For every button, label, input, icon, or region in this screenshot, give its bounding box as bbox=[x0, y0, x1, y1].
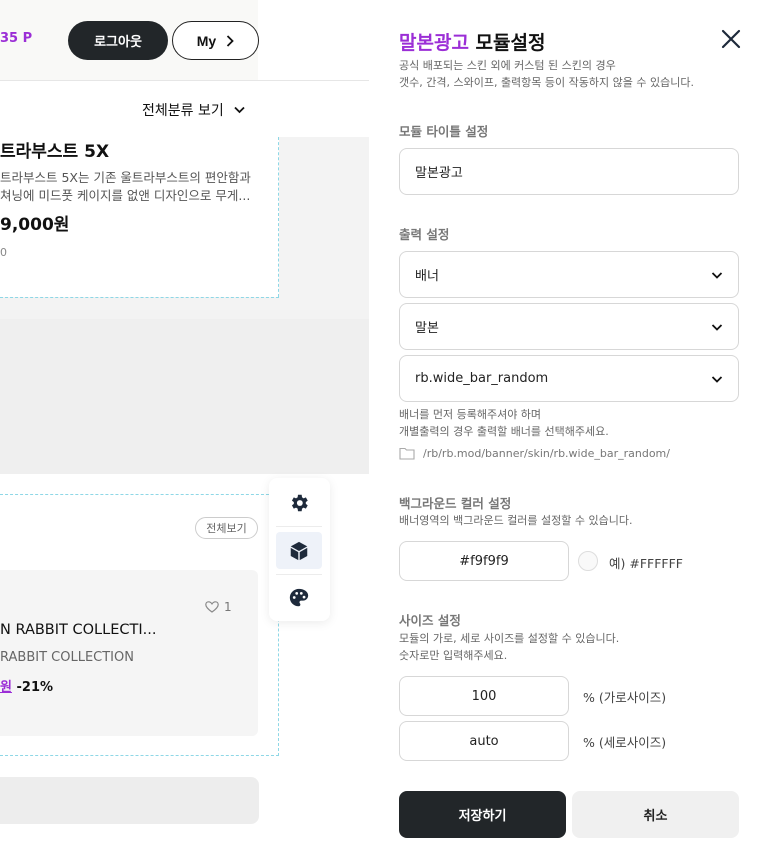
chevron-down-icon bbox=[234, 106, 245, 114]
like-count: 1 bbox=[224, 600, 232, 614]
panel-title-suffix: 모듈설정 bbox=[468, 32, 546, 54]
panel-title: 말본광고 모듈설정 bbox=[399, 28, 545, 55]
module-tool-menu bbox=[269, 478, 330, 621]
my-page-button[interactable]: My bbox=[172, 21, 259, 60]
banner-placeholder bbox=[0, 319, 369, 474]
gear-icon bbox=[291, 494, 308, 511]
module-edit-tool[interactable] bbox=[276, 532, 322, 569]
notice-line: 공식 배포되는 스킨 외에 커스텀 된 스킨의 경우 bbox=[399, 59, 616, 72]
category-toggle[interactable]: 전체분류 보기 bbox=[142, 100, 245, 120]
custom-skin-notice: 공식 배포되는 스킨 외에 커스텀 된 스킨의 경우 갯수, 간격, 스와이프,… bbox=[399, 57, 694, 91]
background-page: 35 P 로그아웃 My 전체분류 보기 트라부스트 5X 트라부스트 5X는 … bbox=[0, 0, 369, 864]
chevron-down-icon bbox=[711, 271, 723, 279]
skin-path-text: /rb/rb.mod/banner/skin/rb.wide_bar_rando… bbox=[423, 446, 670, 460]
height-input[interactable]: auto bbox=[399, 721, 569, 761]
size-hint: 모듈의 가로, 세로 사이즈를 설정할 수 있습니다. 숫자로만 입력해주세요. bbox=[399, 630, 619, 664]
hint-line: 배너를 먼저 등록해주셔야 하며 bbox=[399, 408, 542, 421]
bottom-bar bbox=[0, 777, 259, 824]
module-settings-tool[interactable] bbox=[276, 484, 322, 521]
module-title-input[interactable]: 말본광고 bbox=[399, 148, 739, 195]
size-section-label: 사이즈 설정 bbox=[399, 613, 461, 628]
product-2-title[interactable]: N RABBIT COLLECTI... bbox=[0, 622, 156, 638]
output-type-select[interactable]: 배너 bbox=[399, 251, 739, 298]
color-swatch[interactable] bbox=[578, 551, 598, 571]
chevron-down-icon bbox=[711, 323, 723, 331]
close-button[interactable] bbox=[719, 27, 743, 51]
product-1-desc-2: 쳐닝에 미드풋 케이지를 없앤 디자인으로 무게... bbox=[0, 188, 251, 203]
category-toggle-label: 전체분류 보기 bbox=[142, 103, 224, 119]
hint-line: 숫자로만 입력해주세요. bbox=[399, 649, 508, 662]
title-section-label: 모듈 타이틀 설정 bbox=[399, 124, 489, 139]
cube-icon bbox=[290, 541, 308, 560]
banner-group-select[interactable]: 말본 bbox=[399, 303, 739, 350]
like-button[interactable]: 1 bbox=[205, 600, 232, 614]
tool-divider bbox=[276, 526, 322, 527]
notice-line: 갯수, 간격, 스와이프, 출력항목 등이 작동하지 않을 수 있습니다. bbox=[399, 76, 694, 89]
hint-line: 개별출력의 경우 출력할 배너를 선택해주세요. bbox=[399, 425, 609, 438]
bg-color-section-label: 백그라운드 컬러 설정 bbox=[399, 496, 512, 511]
bg-color-hint: 배너영역의 백그라운드 컬러를 설정할 수 있습니다. bbox=[399, 514, 633, 527]
product-1-price: 9,000원 bbox=[0, 215, 70, 235]
save-button[interactable]: 저장하기 bbox=[399, 791, 566, 838]
skin-select[interactable]: rb.wide_bar_random bbox=[399, 355, 739, 402]
my-page-label: My bbox=[196, 32, 217, 49]
height-unit-label: % (세로사이즈) bbox=[583, 735, 667, 750]
palette-icon bbox=[289, 588, 309, 606]
cancel-button[interactable]: 취소 bbox=[572, 791, 739, 838]
output-type-value: 배너 bbox=[415, 269, 439, 284]
price-currency: 원 bbox=[0, 680, 12, 695]
product-1-title[interactable]: 트라부스트 5X bbox=[0, 137, 109, 162]
skin-value: rb.wide_bar_random bbox=[415, 371, 549, 386]
bg-color-input[interactable]: #f9f9f9 bbox=[399, 541, 569, 581]
output-hint: 배너를 먼저 등록해주셔야 하며 개별출력의 경우 출력할 배너를 선택해주세요… bbox=[399, 406, 609, 440]
chevron-down-icon bbox=[711, 375, 723, 383]
product-2-brand: RABBIT COLLECTION bbox=[0, 650, 134, 665]
width-input[interactable]: 100 bbox=[399, 676, 569, 716]
chevron-right-icon bbox=[227, 34, 234, 47]
module-guide-line bbox=[0, 297, 279, 298]
skin-path: /rb/rb.mod/banner/skin/rb.wide_bar_rando… bbox=[399, 446, 670, 460]
discount-rate: -21% bbox=[16, 680, 54, 695]
width-unit-label: % (가로사이즈) bbox=[583, 690, 667, 705]
tool-divider bbox=[276, 574, 322, 575]
module-style-tool[interactable] bbox=[276, 579, 322, 616]
banner-group-value: 말본 bbox=[415, 321, 439, 336]
heart-icon bbox=[205, 601, 219, 613]
output-section-label: 출력 설정 bbox=[399, 227, 450, 242]
view-all-button[interactable]: 전체보기 bbox=[195, 517, 258, 539]
close-icon bbox=[721, 29, 741, 49]
logout-button[interactable]: 로그아웃 bbox=[68, 21, 168, 60]
bg-color-example: 예) #FFFFFF bbox=[609, 556, 683, 571]
product-1-desc: 트라부스트 5X는 기존 울트라부스트의 편안함과 bbox=[0, 170, 251, 185]
points-balance: 35 P bbox=[0, 31, 33, 46]
product-1-count: 0 bbox=[0, 246, 7, 259]
hint-line: 모듈의 가로, 세로 사이즈를 설정할 수 있습니다. bbox=[399, 632, 620, 645]
panel-title-module-name: 말본광고 bbox=[399, 32, 469, 54]
product-2-price: 원 -21% bbox=[0, 676, 53, 695]
folder-icon bbox=[399, 447, 415, 460]
module-settings-panel: 말본광고 모듈설정 공식 배포되는 스킨 외에 커스텀 된 스킨의 경우 갯수,… bbox=[369, 0, 767, 864]
